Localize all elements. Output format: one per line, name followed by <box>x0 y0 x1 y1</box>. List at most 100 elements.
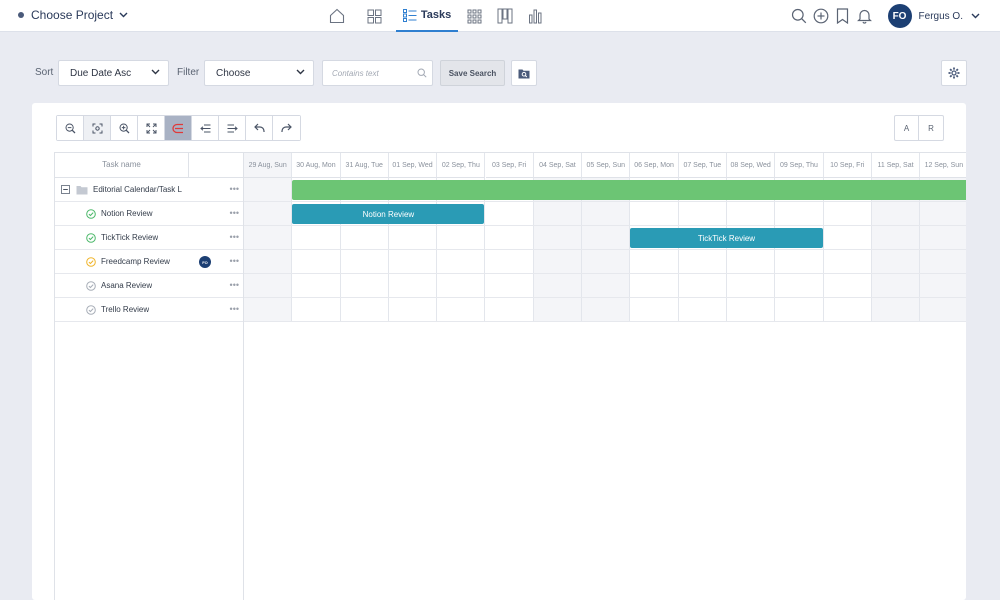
fullscreen-button[interactable] <box>138 116 165 140</box>
day-header: 30 Aug, Mon <box>292 153 341 178</box>
zoom-out-button[interactable] <box>57 116 84 140</box>
day-header: 10 Sep, Fri <box>823 153 872 178</box>
user-avatar[interactable]: FO <box>887 4 912 28</box>
filter-value: Choose <box>216 67 251 79</box>
zoom-in-button[interactable] <box>111 116 138 140</box>
more-options-icon[interactable]: ••• <box>230 304 239 314</box>
day-header: 02 Sep, Thu <box>437 153 486 178</box>
column-divider[interactable] <box>188 153 189 178</box>
zoom-in-icon <box>119 123 129 133</box>
fit-to-screen-button[interactable] <box>84 116 111 140</box>
critical-path-button[interactable] <box>165 116 192 140</box>
outdent-icon <box>199 124 210 132</box>
chevron-down-icon <box>151 69 160 75</box>
sort-select[interactable]: Due Date Asc <box>58 60 169 86</box>
reports-icon[interactable] <box>520 0 550 32</box>
bell-icon[interactable] <box>854 4 876 28</box>
fit-screen-icon <box>92 123 102 133</box>
timeline-chart: 29 Aug, Sun 30 Aug, Mon 31 Aug, Tue 01 Sep,… <box>244 153 966 600</box>
filter-select[interactable]: Choose <box>204 60 314 86</box>
search-input[interactable] <box>323 61 413 85</box>
indent-icon <box>227 124 238 132</box>
gantt-panel: A R Task name Editorial Calendar/Task L … <box>32 103 966 600</box>
task-row[interactable]: Asana Review ••• <box>55 274 243 298</box>
toggle-a-button[interactable]: A <box>895 116 919 140</box>
task-row-group[interactable]: Editorial Calendar/Task L ••• <box>55 178 243 202</box>
project-selector[interactable]: Choose Project <box>18 8 128 22</box>
row-divider <box>244 273 966 274</box>
sort-value: Due Date Asc <box>70 67 132 79</box>
board-view-icon[interactable] <box>490 0 520 32</box>
check-done-icon[interactable] <box>86 208 96 219</box>
tab-tasks-label: Tasks <box>420 9 452 21</box>
collapse-icon[interactable] <box>61 185 70 194</box>
day-header: 12 Sep, Sun <box>920 153 966 178</box>
more-options-icon[interactable]: ••• <box>230 184 239 194</box>
undo-button[interactable] <box>246 116 273 140</box>
bookmark-icon[interactable] <box>832 4 854 28</box>
more-options-icon[interactable]: ••• <box>230 280 239 290</box>
day-header: 01 Sep, Wed <box>388 153 438 178</box>
more-options-icon[interactable]: ••• <box>230 256 239 266</box>
more-options-icon[interactable]: ••• <box>230 208 239 218</box>
save-search-button[interactable]: Save Search <box>440 60 505 86</box>
tab-tasks[interactable]: Tasks <box>396 0 458 32</box>
group-summary-bar[interactable] <box>292 180 966 200</box>
day-header: 31 Aug, Tue <box>340 153 389 178</box>
day-column <box>244 178 293 322</box>
zoom-out-icon <box>65 123 75 133</box>
task-list-icon <box>402 8 417 22</box>
settings-button[interactable] <box>941 60 967 86</box>
project-dot-icon <box>18 12 24 18</box>
check-done-icon[interactable] <box>86 232 96 243</box>
folder-search-button[interactable] <box>511 60 537 86</box>
task-bar[interactable]: TickTick Review <box>630 228 823 248</box>
outdent-button[interactable] <box>192 116 219 140</box>
user-area: FO Fergus O. <box>788 4 980 28</box>
row-divider <box>244 321 966 322</box>
top-navigation: Choose Project Tasks FO Fergus O. <box>0 0 1000 32</box>
assignee-avatar[interactable]: FO <box>199 256 211 268</box>
task-name: Editorial Calendar/Task L <box>93 185 182 194</box>
task-name: TickTick Review <box>101 233 159 242</box>
gantt-toolbar <box>56 115 301 141</box>
undo-icon <box>253 123 265 132</box>
redo-button[interactable] <box>273 116 300 140</box>
day-header: 05 Sep, Sun <box>582 153 631 178</box>
task-name: Trello Review <box>101 305 150 314</box>
task-row[interactable]: Notion Review ••• <box>55 202 243 226</box>
toggle-r-button[interactable]: R <box>919 116 943 140</box>
more-options-icon[interactable]: ••• <box>230 232 239 242</box>
filter-label: Filter <box>177 67 200 78</box>
check-in-progress-icon[interactable] <box>86 256 96 267</box>
project-label: Choose Project <box>31 8 114 22</box>
chevron-down-icon[interactable] <box>971 13 980 19</box>
task-row[interactable]: TickTick Review ••• <box>55 226 243 250</box>
expand-icon <box>146 123 156 133</box>
day-header: 04 Sep, Sat <box>533 153 583 178</box>
view-toggle: A R <box>894 115 944 141</box>
add-icon[interactable] <box>810 4 832 28</box>
check-open-icon[interactable] <box>86 304 96 315</box>
day-header: 03 Sep, Fri <box>485 153 534 178</box>
dashboard-icon[interactable] <box>352 0 396 32</box>
home-icon[interactable] <box>322 0 352 32</box>
chevron-down-icon <box>296 69 305 75</box>
row-divider <box>244 201 966 202</box>
task-row[interactable]: Freedcamp Review FO ••• <box>55 250 243 274</box>
search-icon[interactable] <box>788 4 810 28</box>
row-divider <box>244 297 966 298</box>
redo-icon <box>281 123 292 132</box>
grid-view-icon[interactable] <box>458 0 490 32</box>
day-header: 09 Sep, Thu <box>775 153 824 178</box>
user-name[interactable]: Fergus O. <box>919 11 963 22</box>
indent-button[interactable] <box>219 116 246 140</box>
row-divider <box>244 249 966 250</box>
critical-path-icon <box>172 123 183 133</box>
task-name-header: Task name <box>102 160 141 169</box>
check-open-icon[interactable] <box>86 280 96 291</box>
view-switcher: Tasks <box>322 0 550 32</box>
task-bar[interactable]: Notion Review <box>292 204 485 224</box>
task-row[interactable]: Trello Review ••• <box>55 298 243 322</box>
task-list: Task name Editorial Calendar/Task L ••• … <box>55 153 244 600</box>
